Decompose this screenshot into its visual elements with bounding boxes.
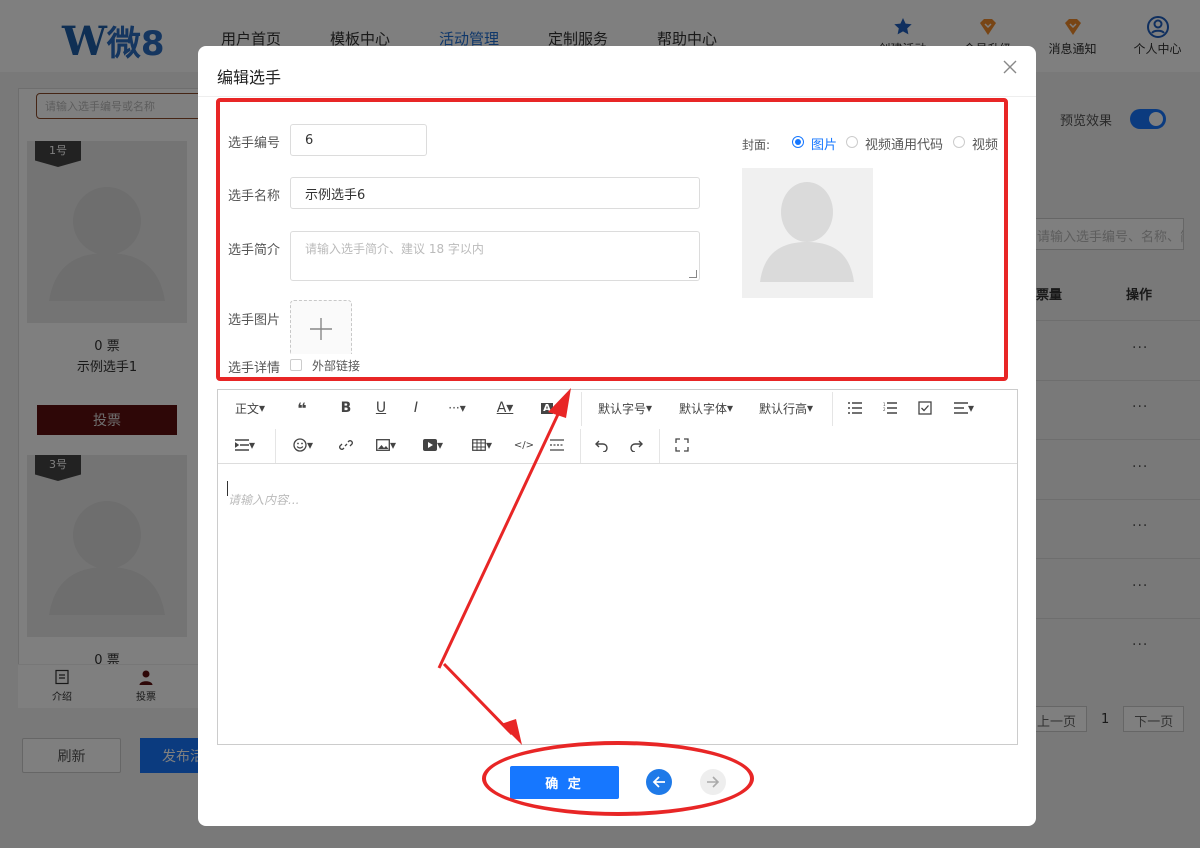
editor-toolbar: 正文 ▾ ❝ B U I ···▾ A▾ A 默认字号 ▾ 默认字体 ▾ 默认行高 ▾ … — [218, 390, 1017, 464]
resize-handle-icon[interactable] — [689, 270, 697, 278]
background-color-icon[interactable]: A — [536, 397, 558, 419]
cover-image-preview[interactable] — [742, 168, 873, 298]
italic-icon[interactable]: I — [406, 397, 426, 419]
indent-dropdown-icon[interactable]: ▾ — [230, 434, 260, 456]
line-height-dropdown-label: 默认行高 — [758, 401, 807, 416]
paragraph-dropdown[interactable]: 正文 ▾ — [230, 397, 270, 419]
cover-option-image[interactable]: 图片 — [811, 134, 837, 153]
next-contestant-button[interactable] — [700, 769, 726, 795]
more-icon[interactable]: ···▾ — [440, 397, 474, 419]
todo-list-icon[interactable] — [914, 397, 936, 419]
external-link-label: 外部链接 — [312, 359, 361, 373]
image-dropdown-icon[interactable]: ▾ — [371, 434, 401, 456]
font-family-dropdown-label: 默认字体 — [678, 401, 727, 416]
undo-icon[interactable] — [592, 434, 612, 456]
external-link-checkbox[interactable] — [290, 359, 302, 371]
line-height-dropdown[interactable]: 默认行高 ▾ — [755, 397, 817, 419]
fullscreen-icon[interactable] — [672, 434, 692, 456]
avatar-placeholder-icon — [760, 182, 854, 282]
redo-icon[interactable] — [626, 434, 646, 456]
rich-text-editor: 正文 ▾ ❝ B U I ···▾ A▾ A 默认字号 ▾ 默认字体 ▾ 默认行高 ▾ … — [217, 389, 1018, 745]
divider-line-icon[interactable] — [546, 434, 568, 456]
editor-placeholder: 请输入内容... — [228, 493, 300, 507]
cover-radio-video[interactable] — [953, 136, 965, 148]
close-icon[interactable] — [1000, 58, 1020, 78]
bold-icon[interactable]: B — [336, 397, 356, 419]
quote-icon[interactable]: ❝ — [290, 397, 314, 419]
toolbar-divider — [275, 429, 276, 463]
numbered-list-icon[interactable]: 12 — [879, 397, 901, 419]
video-dropdown-icon[interactable]: ▾ — [418, 434, 448, 456]
toolbar-divider — [580, 429, 581, 463]
toolbar-divider — [659, 429, 660, 463]
previous-contestant-button[interactable] — [646, 769, 672, 795]
bullet-list-icon[interactable] — [844, 397, 866, 419]
code-icon[interactable]: </> — [513, 434, 535, 456]
image-upload-button[interactable] — [290, 300, 352, 354]
confirm-button[interactable]: 确 定 — [510, 766, 619, 799]
paragraph-dropdown-label: 正文 — [234, 401, 259, 416]
cover-label: 封面: — [742, 138, 771, 152]
dialog-header-divider — [198, 96, 1036, 97]
table-dropdown-icon[interactable]: ▾ — [467, 434, 497, 456]
cover-option-video[interactable]: 视频 — [972, 134, 998, 153]
font-color-icon[interactable]: A▾ — [490, 397, 520, 419]
font-size-dropdown-label: 默认字号 — [597, 401, 646, 416]
name-input[interactable]: 示例选手6 — [290, 177, 700, 209]
underline-icon[interactable]: U — [371, 397, 391, 419]
editor-content-area[interactable]: 请输入内容... — [218, 465, 1017, 744]
intro-placeholder: 请输入选手简介、建议 18 字以内 — [305, 242, 484, 256]
cover-radio-video-code[interactable] — [846, 136, 858, 148]
number-input[interactable]: 6 — [290, 124, 427, 156]
intro-label: 选手简介 — [228, 243, 281, 258]
align-dropdown-icon[interactable]: ▾ — [949, 397, 979, 419]
image-label: 选手图片 — [228, 313, 281, 328]
edit-contestant-dialog: 编辑选手 选手编号 6 选手名称 示例选手6 选手简介 请输入选手简介、建议 1… — [198, 46, 1036, 826]
detail-label: 选手详情 — [228, 361, 281, 376]
toolbar-divider — [581, 392, 582, 426]
font-size-dropdown[interactable]: 默认字号 ▾ — [594, 397, 656, 419]
svg-text:2: 2 — [883, 407, 886, 412]
cover-option-video-code[interactable]: 视频通用代码 — [865, 134, 943, 153]
arrow-left-icon — [652, 776, 665, 788]
font-family-dropdown[interactable]: 默认字体 ▾ — [675, 397, 737, 419]
link-icon[interactable] — [336, 434, 356, 456]
number-label: 选手编号 — [228, 136, 281, 151]
cover-radio-image[interactable] — [792, 136, 804, 148]
name-label: 选手名称 — [228, 189, 281, 204]
intro-textarea[interactable]: 请输入选手简介、建议 18 字以内 — [290, 231, 700, 281]
emoji-dropdown-icon[interactable]: ▾ — [288, 434, 318, 456]
arrow-right-icon — [707, 776, 720, 788]
plus-icon — [310, 318, 332, 340]
dialog-title: 编辑选手 — [217, 68, 282, 87]
toolbar-divider — [832, 392, 833, 426]
